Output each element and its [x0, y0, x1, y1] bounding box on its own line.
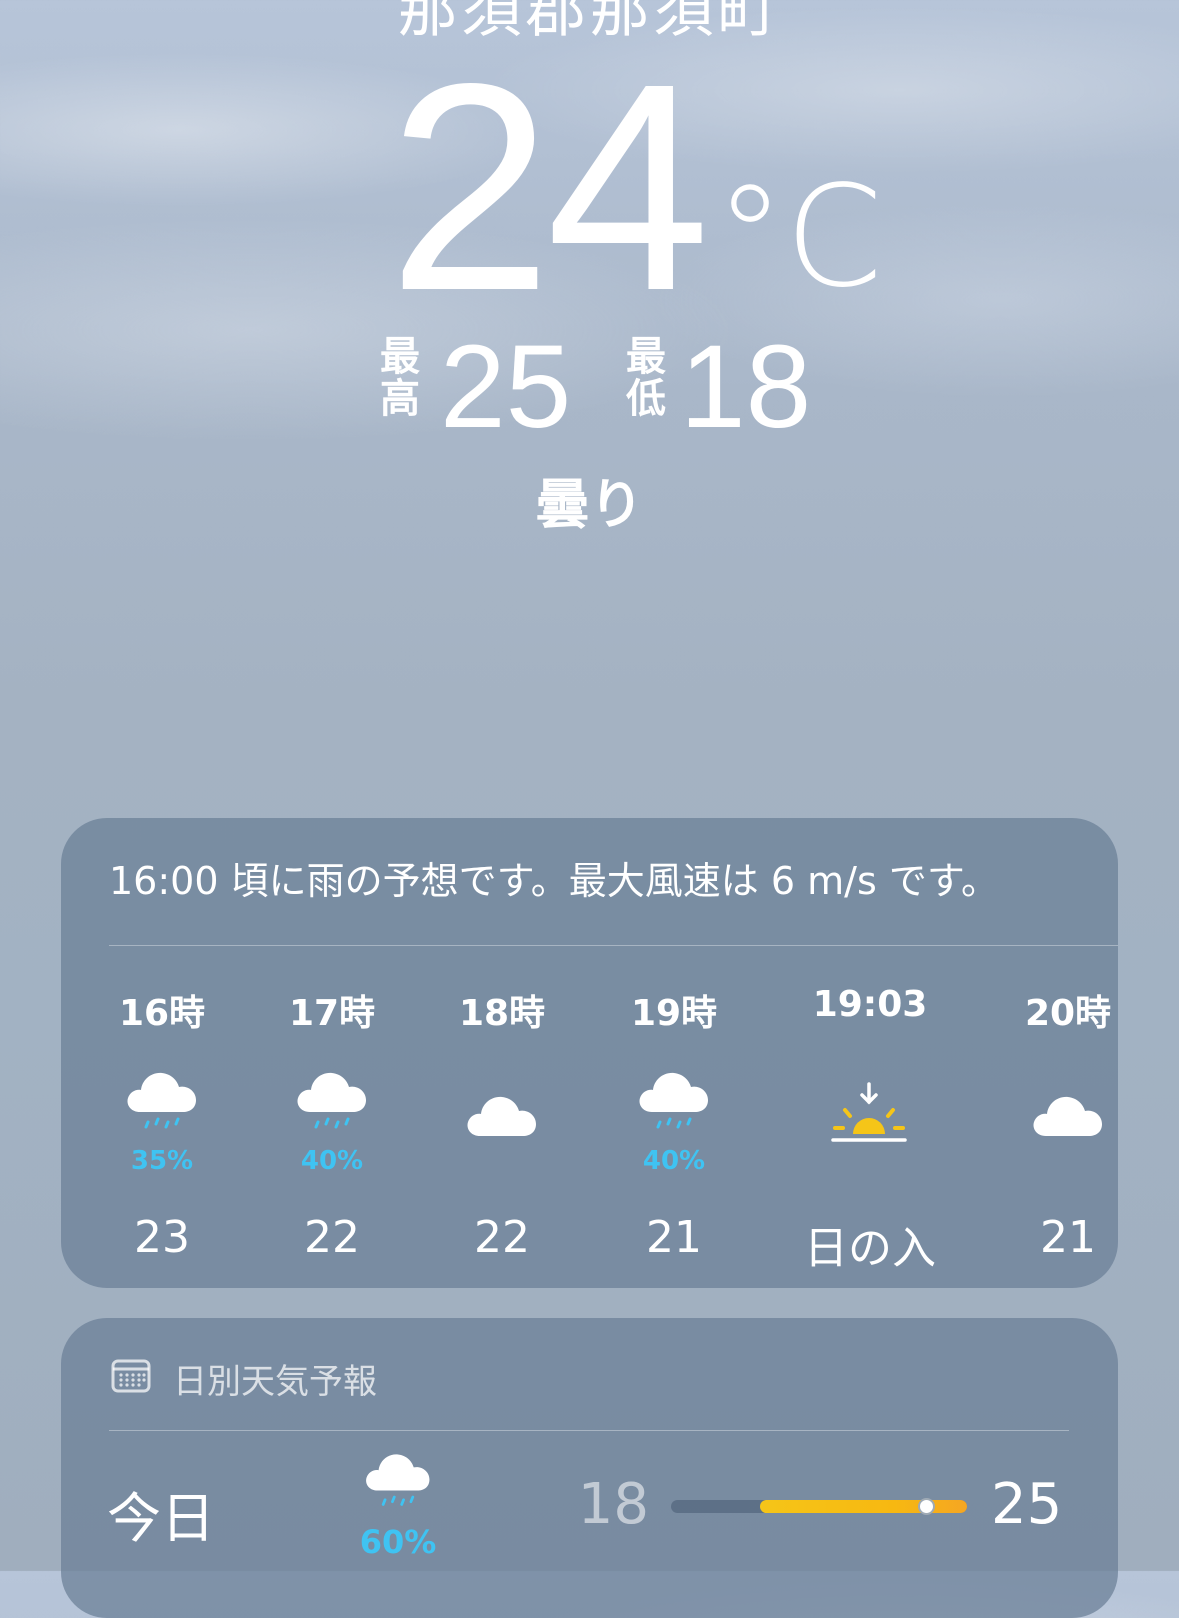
hour-temperature: 22 — [304, 1212, 360, 1263]
current-weather-header: 那須郡那須町 24 °C 最 高 25 最 低 18 曇り — [0, 0, 1179, 560]
precipitation-chance: 40% — [300, 1146, 364, 1176]
daily-forecast-card[interactable]: 日別天気予報 今日 60% 18 25 — [61, 1318, 1118, 1618]
hourly-item: 16時 35% 23 — [77, 978, 247, 1268]
hour-time: 18時 — [458, 993, 546, 1034]
hourly-item: 18時 22 — [417, 978, 587, 1268]
hour-time: 17時 — [288, 993, 376, 1034]
day-low-temperature: 18 — [577, 1472, 649, 1537]
hourly-item: 20時 21 — [983, 978, 1118, 1268]
cloud-rain-icon — [634, 1066, 714, 1146]
hourly-summary: 16:00 頃に雨の予想です。最大風速は 6 m/s です。 — [109, 859, 1000, 903]
hour-time: 20時 — [1024, 993, 1112, 1034]
temperature-range-bar — [671, 1498, 967, 1515]
hourly-item: 19時 40% 21 — [589, 978, 759, 1268]
hour-time: 19:03 — [812, 984, 928, 1025]
sunset-icon — [829, 1078, 909, 1158]
calendar-icon — [111, 1359, 151, 1393]
hourly-item: 19:03 日の入 — [785, 978, 955, 1274]
low-label: 最 低 — [626, 334, 666, 422]
hour-time: 16時 — [118, 993, 206, 1034]
temperature-range-fill — [759, 1500, 967, 1513]
day-high-temperature: 25 — [991, 1472, 1063, 1537]
precipitation-chance: 35% — [130, 1146, 194, 1176]
hour-temperature: 22 — [474, 1212, 530, 1263]
temperature-unit: °C — [715, 156, 883, 319]
day-label: 今日 — [107, 1487, 215, 1550]
hour-temperature: 21 — [1040, 1212, 1096, 1263]
high-label: 最 高 — [380, 334, 420, 422]
precipitation-chance: 40% — [642, 1146, 706, 1176]
weather-condition: 曇り — [535, 473, 644, 536]
divider — [109, 1430, 1069, 1431]
hour-temperature: 23 — [134, 1212, 190, 1263]
hour-temperature: 日の入 — [804, 1223, 936, 1274]
cloud-icon — [1028, 1078, 1108, 1158]
high-value: 25 — [440, 321, 572, 453]
daily-forecast-title: 日別天気予報 — [173, 1362, 377, 1402]
hourly-forecast-card[interactable]: 16:00 頃に雨の予想です。最大風速は 6 m/s です。 16時 35% 2… — [61, 818, 1118, 1288]
current-temperature-marker — [917, 1498, 935, 1515]
hour-time: 19時 — [630, 993, 718, 1034]
precipitation-chance: 60% — [359, 1523, 437, 1561]
current-temperature: 24 — [388, 22, 710, 352]
cloud-icon — [462, 1078, 542, 1158]
cloud-rain-icon — [361, 1448, 435, 1522]
hourly-item: 17時 40% 22 — [247, 978, 417, 1268]
divider — [109, 945, 1118, 946]
cloud-rain-icon — [292, 1066, 372, 1146]
low-value: 18 — [680, 321, 812, 453]
cloud-rain-icon — [122, 1066, 202, 1146]
hour-temperature: 21 — [646, 1212, 702, 1263]
